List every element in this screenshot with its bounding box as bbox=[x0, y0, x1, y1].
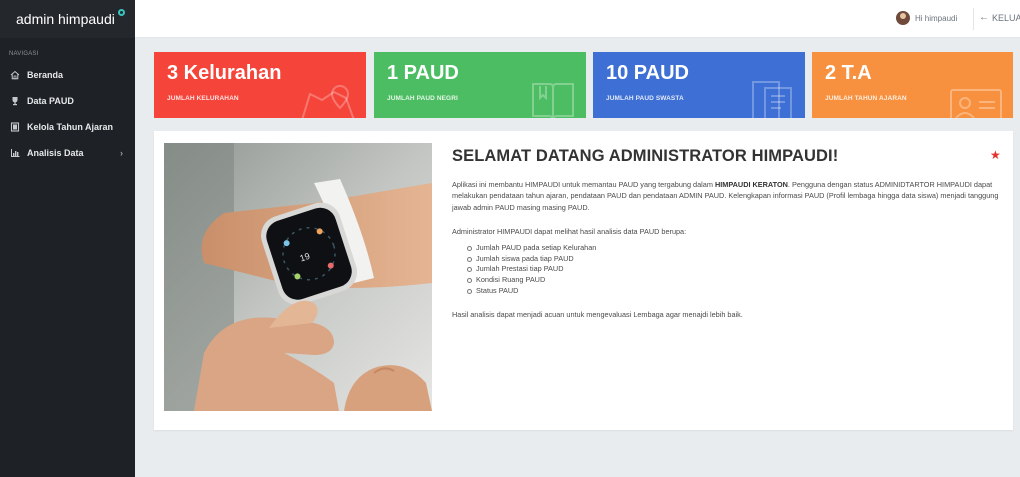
document-icon bbox=[752, 81, 792, 118]
trophy-icon bbox=[10, 96, 20, 106]
stat-value: 10 PAUD bbox=[606, 62, 689, 84]
sidebar-item-beranda[interactable]: Beranda bbox=[0, 62, 135, 88]
logout-button[interactable]: ← KELUAR bbox=[979, 12, 1020, 23]
stat-label: JUMLAH PAUD NEGRI bbox=[387, 95, 458, 102]
stat-card-paud-negri: 1 PAUD JUMLAH PAUD NEGRI bbox=[374, 52, 586, 118]
stat-label: JUMLAH PAUD SWASTA bbox=[606, 95, 684, 102]
user-menu[interactable]: Hi himpaudi bbox=[896, 11, 957, 25]
stat-card-kelurahan: 3 Kelurahan JUMLAH KELURAHAN bbox=[154, 52, 366, 118]
sidebar-item-kelola-tahun-ajaran[interactable]: Kelola Tahun Ajaran bbox=[0, 114, 135, 140]
sidebar-item-data-paud[interactable]: Data PAUD bbox=[0, 88, 135, 114]
intro-text-start: Aplikasi ini membantu HIMPAUDI untuk mem… bbox=[452, 180, 715, 189]
sidebar-item-label: Kelola Tahun Ajaran bbox=[27, 122, 114, 132]
stat-label: JUMLAH KELURAHAN bbox=[167, 95, 239, 102]
id-card-icon bbox=[950, 89, 1002, 118]
closing-paragraph: Hasil analisis dapat menjadi acuan untuk… bbox=[452, 310, 743, 320]
avatar[interactable] bbox=[896, 11, 910, 25]
stat-value: 3 Kelurahan bbox=[167, 62, 282, 84]
star-icon: ★ bbox=[990, 148, 1001, 162]
list-item: Jumlah siswa pada tiap PAUD bbox=[467, 254, 1002, 265]
welcome-content: SELAMAT DATANG ADMINISTRATOR HIMPAUDI! A… bbox=[452, 147, 1002, 320]
list-item: Jumlah Prestasi tiap PAUD bbox=[467, 264, 1002, 275]
topbar-divider bbox=[973, 8, 974, 30]
calendar-icon bbox=[10, 122, 20, 132]
analysis-list: Jumlah PAUD pada setiap Kelurahan Jumlah… bbox=[452, 243, 1002, 296]
chevron-right-icon: › bbox=[120, 148, 123, 158]
welcome-panel: 19 SELAMAT DATANG ADMINISTRATOR HIMPAUDI… bbox=[154, 131, 1013, 430]
sidebar-item-analisis-data[interactable]: Analisis Data › bbox=[0, 140, 135, 166]
bar-chart-icon bbox=[10, 148, 20, 158]
arrow-left-icon: ← bbox=[979, 12, 989, 23]
brand[interactable]: admin himpaudi bbox=[0, 0, 135, 38]
stat-label: JUMLAH TAHUN AJARAN bbox=[825, 95, 907, 102]
analysis-intro: Administrator HIMPAUDI dapat melihat has… bbox=[452, 226, 687, 236]
sidebar-item-label: Data PAUD bbox=[27, 96, 74, 106]
smartwatch-photo: 19 bbox=[164, 143, 432, 411]
stat-value: 2 T.A bbox=[825, 62, 872, 84]
topbar: Hi himpaudi ← KELUAR bbox=[135, 0, 1020, 38]
intro-paragraph: Aplikasi ini membantu HIMPAUDI untuk mem… bbox=[452, 179, 1002, 213]
organization-name: HIMPAUDI KERATON bbox=[714, 180, 788, 189]
book-icon bbox=[532, 83, 574, 118]
brand-name[interactable]: admin himpaudi bbox=[16, 11, 115, 27]
home-icon bbox=[10, 70, 20, 80]
stat-value: 1 PAUD bbox=[387, 62, 459, 84]
nav-heading: NAVIGASI bbox=[9, 51, 39, 57]
list-item: Kondisi Ruang PAUD bbox=[467, 275, 1002, 286]
stat-card-paud-swasta: 10 PAUD JUMLAH PAUD SWASTA bbox=[593, 52, 805, 118]
page-title: SELAMAT DATANG ADMINISTRATOR HIMPAUDI! bbox=[452, 147, 839, 165]
sidebar-item-label: Beranda bbox=[27, 70, 64, 80]
brand-dot-icon bbox=[117, 8, 125, 16]
sidebar-item-label: Analisis Data bbox=[27, 148, 84, 158]
sidebar: admin himpaudi NAVIGASI Beranda Data PAU… bbox=[0, 0, 135, 477]
logout-label: KELUAR bbox=[992, 12, 1020, 23]
list-item: Status PAUD bbox=[467, 286, 1002, 297]
list-item: Jumlah PAUD pada setiap Kelurahan bbox=[467, 243, 1002, 254]
stat-card-tahun-ajaran: 2 T.A JUMLAH TAHUN AJARAN bbox=[812, 52, 1013, 118]
map-icon bbox=[301, 84, 355, 118]
user-greeting[interactable]: Hi himpaudi bbox=[915, 14, 957, 23]
